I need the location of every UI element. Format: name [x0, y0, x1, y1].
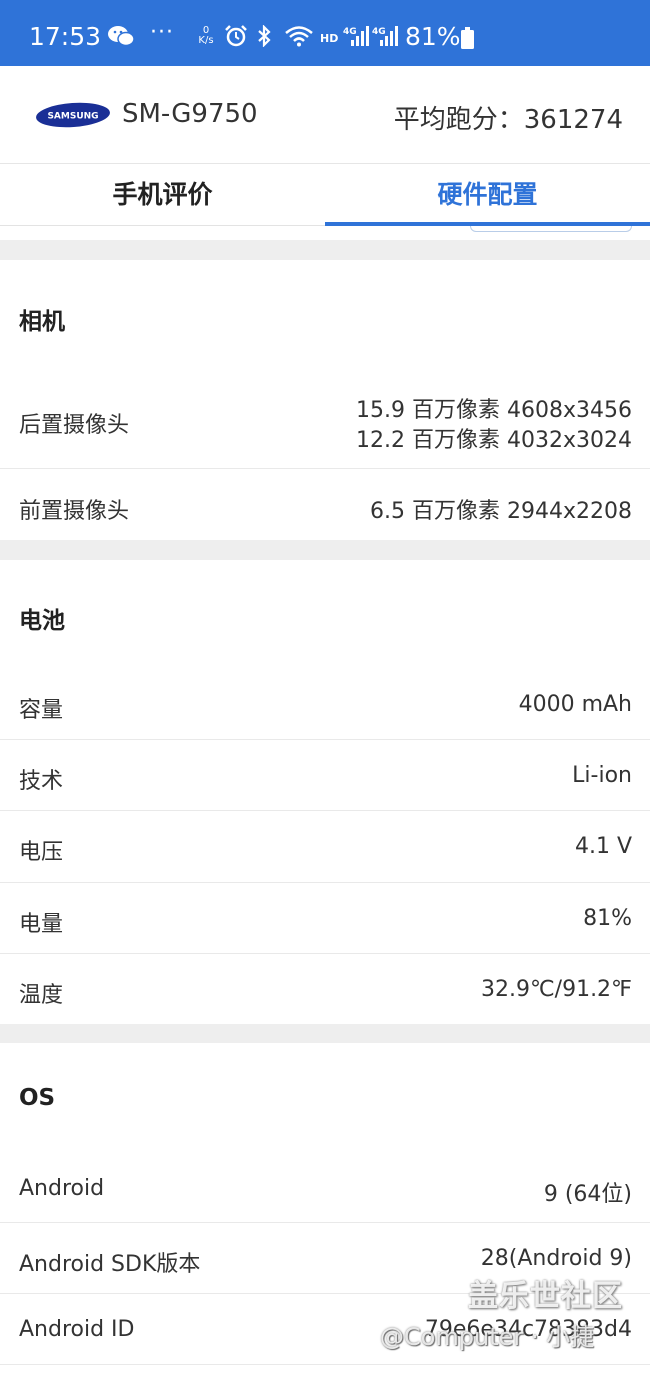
row-value: 28(Android 9): [480, 1246, 632, 1271]
row-value: 4.1 V: [574, 834, 632, 859]
tab-bar: 手机评价 硬件配置: [0, 164, 650, 226]
section-title-camera: 相机: [19, 309, 65, 335]
row-label: Android: [19, 1176, 105, 1201]
watermark-user: @Computer · 小捷: [380, 1323, 595, 1351]
row-capacity: 容量 4000 mAh: [0, 668, 650, 739]
row-label: Android ID: [19, 1317, 135, 1342]
device-model: SM-G9750: [122, 99, 258, 129]
more-notifications-icon: ···: [150, 20, 174, 45]
tab-hardware-config[interactable]: 硬件配置: [325, 164, 650, 226]
svg-text:4G: 4G: [343, 27, 357, 37]
row-rear-camera: 后置摄像头 15.9 百万像素 4608x3456 12.2 百万像素 4032…: [0, 380, 650, 468]
section-separator: [0, 540, 650, 560]
average-score: 平均跑分：361274: [393, 105, 623, 135]
signal-4g-icon-2: 4G: [372, 26, 398, 46]
row-front-camera: 前置摄像头 6.5 百万像素 2944x2208: [0, 469, 650, 540]
signal-4g-icon: 4G: [343, 26, 369, 46]
row-android-version: Android 9 (64位): [0, 1152, 650, 1222]
alarm-icon: [225, 25, 247, 47]
status-time: 17:53: [29, 22, 102, 51]
row-label: 后置摄像头: [19, 413, 130, 438]
row-technology: 技术 Li-ion: [0, 740, 650, 810]
row-label: 容量: [19, 698, 64, 723]
row-value: 15.9 百万像素 4608x3456: [356, 398, 632, 423]
section-title-battery: 电池: [19, 608, 65, 634]
battery-icon: [461, 27, 474, 49]
hd-voice-indicator: HD: [320, 32, 339, 45]
divider: [0, 1364, 650, 1365]
status-bar: 17:53 ··· 0 K/s HD 4G 4G 81%: [0, 0, 650, 66]
row-value: 12.2 百万像素 4032x3024: [356, 428, 632, 453]
svg-text:4G: 4G: [372, 27, 386, 37]
row-charge-level: 电量 81%: [0, 883, 650, 953]
row-value: 9 (64位): [543, 1182, 632, 1207]
row-value: Li-ion: [572, 763, 632, 788]
row-label: 前置摄像头: [19, 499, 130, 524]
row-label: 温度: [19, 983, 64, 1008]
wifi-icon: [285, 26, 313, 47]
watermark-site: 盖乐世社区: [468, 1279, 623, 1314]
partial-button[interactable]: [470, 226, 632, 232]
row-value: 6.5 百万像素 2944x2208: [370, 499, 632, 524]
section-separator: [0, 1024, 650, 1043]
tab-phone-review[interactable]: 手机评价: [0, 164, 325, 226]
row-value: 81%: [583, 906, 632, 931]
battery-percent: 81%: [405, 22, 461, 51]
row-label: 技术: [19, 769, 64, 794]
row-value: 4000 mAh: [518, 692, 632, 717]
network-speed: 0 K/s: [198, 25, 214, 46]
row-label: Android SDK版本: [19, 1252, 201, 1277]
svg-text:SAMSUNG: SAMSUNG: [47, 112, 98, 122]
row-label: 电压: [19, 840, 64, 865]
section-separator: [0, 240, 650, 260]
row-temperature: 温度 32.9℃/91.2℉: [0, 954, 650, 1024]
section-title-os: OS: [19, 1085, 56, 1111]
bluetooth-icon: [258, 25, 271, 47]
samsung-logo: SAMSUNG: [36, 102, 110, 128]
row-voltage: 电压 4.1 V: [0, 811, 650, 882]
wechat-icon: [108, 26, 135, 47]
device-header: SAMSUNG SM-G9750 平均跑分：361274: [0, 66, 650, 164]
row-value: 32.9℃/91.2℉: [480, 977, 632, 1002]
row-label: 电量: [19, 912, 64, 937]
